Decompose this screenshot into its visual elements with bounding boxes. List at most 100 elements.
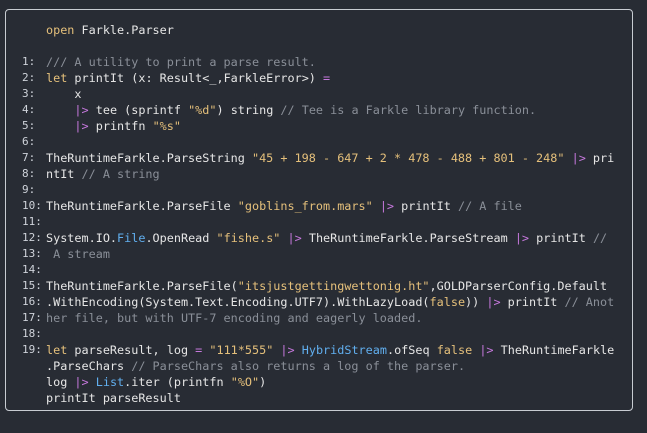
code-token: printIt (x: Result<_,FarkleError>) xyxy=(67,71,323,85)
code-text: her file, but with UTF-7 encoding and ea… xyxy=(46,310,422,326)
code-block: open Farkle.Parser 1: /// A utility to pri… xyxy=(5,9,633,411)
code-token: "%s" xyxy=(152,119,181,133)
code-text: .ParseChars // ParseChars also returns a… xyxy=(46,358,465,374)
line-number: 7: xyxy=(22,151,36,164)
code-token: /// A utility to print a parse result. xyxy=(46,55,316,69)
code-token: "45 + 198 - 647 + 2 * 478 - 488 + 801 - … xyxy=(251,151,565,165)
code-text: log |> List.iter (printfn "%O") xyxy=(46,374,266,390)
code-token: false xyxy=(429,295,466,309)
code-text: x xyxy=(46,86,81,102)
code-text: let parseResult, log = "111*555" |> Hybr… xyxy=(46,342,614,358)
code-token: .OpenRead xyxy=(145,231,217,245)
code-token: "%d" xyxy=(188,103,217,117)
code-text: .WithEncoding(System.Text.Encoding.UTF7)… xyxy=(46,294,614,310)
code-token: // Anot xyxy=(564,295,615,309)
code-token: ntIt xyxy=(46,167,82,181)
code-line: 4: |> tee (sprintf "%d") string // Tee i… xyxy=(6,102,632,118)
code-text: /// A utility to print a parse result. xyxy=(46,54,316,70)
code-token: "%O" xyxy=(230,375,260,389)
code-line: .ParseChars // ParseChars also returns a… xyxy=(6,358,632,374)
code-line: log |> List.iter (printfn "%O") xyxy=(6,374,632,390)
code-token: open xyxy=(46,23,75,37)
code-token: Farkle.Parser xyxy=(74,23,174,37)
line-number: 3: xyxy=(22,87,36,100)
code-token: |> xyxy=(74,103,89,117)
code-line: 11: xyxy=(6,214,632,230)
code-line: printIt parseResult xyxy=(6,390,632,406)
code-token: ,GOLDParserConfig.Default xyxy=(429,279,608,293)
code-token: ) xyxy=(259,375,267,389)
code-token: false xyxy=(436,343,473,357)
code-token: = xyxy=(323,71,331,85)
code-token: printIt xyxy=(500,295,565,309)
line-number: 14: xyxy=(22,263,42,276)
code-token: .iter (printfn xyxy=(124,375,231,389)
line-number: 12: xyxy=(22,231,42,244)
code-text: open Farkle.Parser xyxy=(46,22,174,38)
code-token: |> xyxy=(571,151,586,165)
code-token: // ParseChars also returns a log of the … xyxy=(131,359,466,373)
line-number: 13: xyxy=(22,247,42,260)
code-token: parseResult, log xyxy=(67,343,196,357)
code-token: TheRuntimeFarkle.ParseString xyxy=(46,151,252,165)
code-text: ntIt // A string xyxy=(46,166,160,182)
line-number: 10: xyxy=(22,199,42,212)
code-line: 15: TheRuntimeFarkle.ParseFile("itsjustge… xyxy=(6,278,632,294)
code-token: TheRuntimeFarkle.ParseStream xyxy=(301,231,515,245)
code-line: 3: x xyxy=(6,86,632,102)
code-line: 5: |> printfn "%s" xyxy=(6,118,632,134)
line-number: 16: xyxy=(22,295,42,308)
code-token: ) string xyxy=(216,103,281,117)
code-token: |> xyxy=(479,343,494,357)
code-token: // Tee is a Farkle library function. xyxy=(280,103,537,117)
line-number: 2: xyxy=(22,71,36,84)
code-line: 12: System.IO.File.OpenRead "fishe.s" |> … xyxy=(6,230,632,246)
code-token: tee (sprintf xyxy=(88,103,189,117)
code-token: "fishe.s" xyxy=(216,231,281,245)
line-number: 18: xyxy=(22,327,42,340)
line-number: 6: xyxy=(22,135,36,148)
code-line: 13: A stream xyxy=(6,246,632,262)
code-token: System.IO. xyxy=(46,231,118,245)
code-text: System.IO.File.OpenRead "fishe.s" |> The… xyxy=(46,230,607,246)
code-line: 1: /// A utility to print a parse result. xyxy=(6,54,632,70)
line-number: 8: xyxy=(22,167,36,180)
code-token: // A string xyxy=(81,167,160,181)
code-token: |> xyxy=(514,231,530,245)
line-number: 4: xyxy=(22,103,36,116)
code-token: TheRuntimeFarkle.ParseFile xyxy=(46,199,238,213)
code-token: // xyxy=(592,231,608,245)
code-token: "goblins_from.mars" xyxy=(237,199,373,213)
code-token: let xyxy=(46,71,68,85)
code-token: "111*555" xyxy=(209,343,274,357)
code-token: |> xyxy=(280,343,295,357)
code-text: TheRuntimeFarkle.ParseFile "goblins_from… xyxy=(46,198,522,214)
code-token: her file, but with UTF-7 encoding and ea… xyxy=(46,311,423,325)
code-token: TheRuntimeFarkle.ParseFile( xyxy=(46,279,238,293)
line-number: 17: xyxy=(22,311,42,324)
code-token: HybridStream xyxy=(301,343,387,357)
code-text: A stream xyxy=(46,246,110,262)
code-token: "itsjustgettingwettonig.ht" xyxy=(237,279,430,293)
code-token: // A file xyxy=(457,199,522,213)
code-text: printIt parseResult xyxy=(46,390,181,406)
code-line: 14: xyxy=(6,262,632,278)
code-token: List xyxy=(95,375,125,389)
line-number: 1: xyxy=(22,55,36,68)
code-token: |> xyxy=(379,199,395,213)
code-token: .WithEncoding(System.Text.Encoding.UTF7)… xyxy=(46,295,430,309)
code-text: TheRuntimeFarkle.ParseFile("itsjustgetti… xyxy=(46,278,607,294)
code-token: A stream xyxy=(46,247,110,261)
code-token: .ofSeq xyxy=(386,343,437,357)
code-text: |> printfn "%s" xyxy=(46,118,181,134)
code-token: |> xyxy=(486,295,501,309)
code-token: |> xyxy=(74,375,89,389)
line-number: 5: xyxy=(22,119,36,132)
